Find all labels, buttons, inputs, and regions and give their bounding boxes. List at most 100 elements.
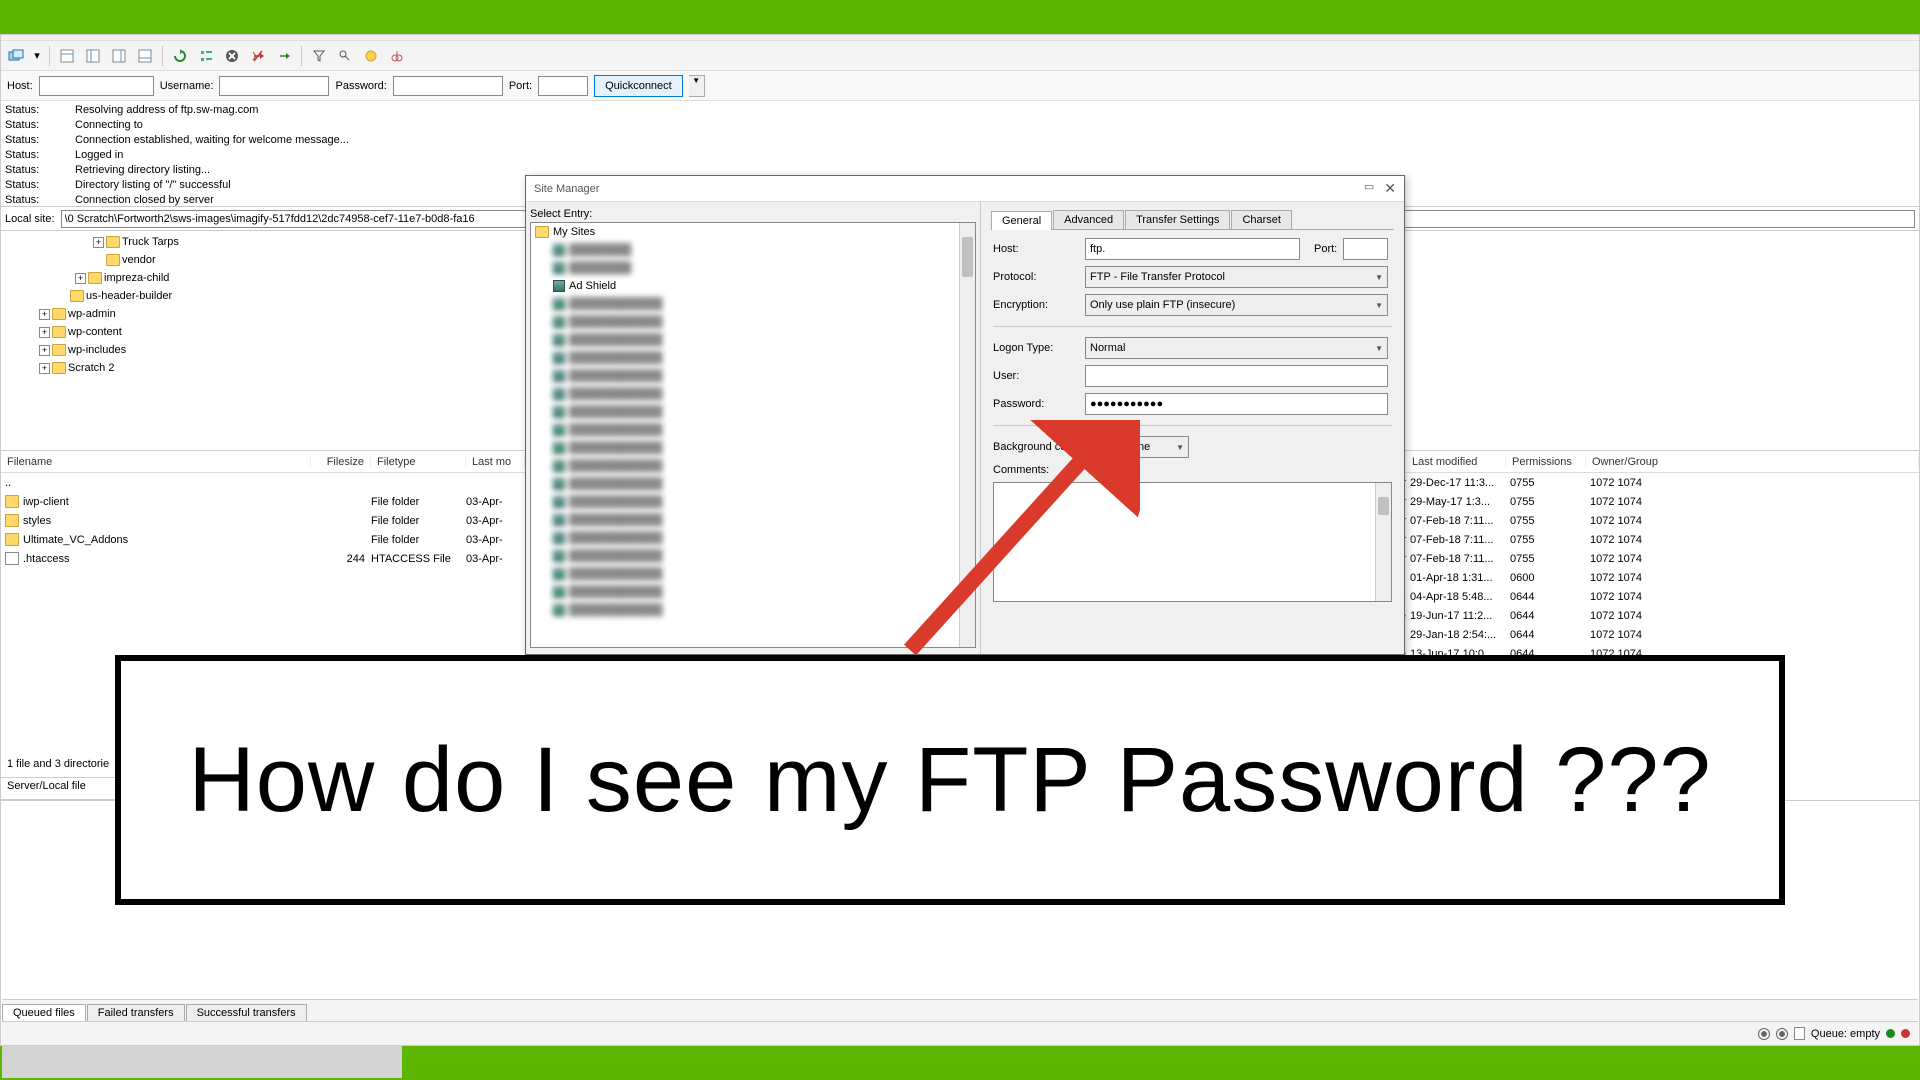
form-port-label: Port: bbox=[1314, 243, 1337, 255]
file-row[interactable]: .htaccess244HTACCESS File03-Apr- bbox=[1, 549, 525, 568]
password-input[interactable] bbox=[393, 76, 503, 96]
form-port-input[interactable] bbox=[1343, 238, 1388, 260]
port-input[interactable] bbox=[538, 76, 588, 96]
general-form: Host: Port: Protocol: FTP - File Transfe… bbox=[991, 230, 1394, 610]
compare-button[interactable] bbox=[334, 45, 356, 67]
activity-led-2 bbox=[1901, 1029, 1910, 1038]
form-encryption-label: Encryption: bbox=[993, 299, 1079, 311]
quickconnect-bar: Host: Username: Password: Port: Quickcon… bbox=[1, 71, 1919, 101]
sync-browse-button[interactable] bbox=[360, 45, 382, 67]
form-bgcolor-select[interactable]: None▼ bbox=[1119, 436, 1189, 458]
main-toolbar: ▾ bbox=[1, 41, 1919, 71]
dialog-restore-icon[interactable]: ▭ bbox=[1364, 180, 1374, 197]
quickconnect-dropdown[interactable]: ▼ bbox=[689, 75, 705, 97]
dialog-title-text: Site Manager bbox=[534, 183, 599, 195]
col-filetype[interactable]: Filetype bbox=[371, 456, 466, 468]
host-label: Host: bbox=[7, 80, 33, 92]
form-comments-textarea[interactable] bbox=[993, 482, 1392, 602]
reconnect-button[interactable] bbox=[273, 45, 295, 67]
site-manager-button[interactable] bbox=[5, 45, 27, 67]
form-protocol-label: Protocol: bbox=[993, 271, 1079, 283]
toggle-local-tree-button[interactable] bbox=[82, 45, 104, 67]
form-user-label: User: bbox=[993, 370, 1079, 382]
comments-scrollbar[interactable] bbox=[1375, 483, 1391, 601]
site-manager-dialog: Site Manager ▭ ✕ Select Entry: My Sites … bbox=[525, 175, 1405, 655]
col-remote-mod[interactable]: Last modified bbox=[1406, 456, 1506, 468]
activity-led-1 bbox=[1886, 1029, 1895, 1038]
cancel-button[interactable] bbox=[221, 45, 243, 67]
tree-node[interactable]: +Scratch 2 bbox=[3, 359, 523, 377]
form-bgcolor-label: Background color: bbox=[993, 441, 1113, 453]
refresh-button[interactable] bbox=[169, 45, 191, 67]
file-row[interactable]: iwp-clientFile folder03-Apr- bbox=[1, 492, 525, 511]
disconnect-button[interactable] bbox=[247, 45, 269, 67]
local-directory-tree[interactable]: +Truck Tarpsvendor+impreza-childus-heade… bbox=[1, 231, 526, 450]
form-password-label: Password: bbox=[993, 398, 1079, 410]
dialog-tabs: General Advanced Transfer Settings Chars… bbox=[991, 206, 1394, 230]
status-bar: Queue: empty bbox=[2, 1021, 1918, 1045]
tab-successful-transfers[interactable]: Successful transfers bbox=[186, 1004, 307, 1021]
form-host-input[interactable] bbox=[1085, 238, 1300, 260]
form-user-input[interactable] bbox=[1085, 365, 1388, 387]
site-icon bbox=[553, 280, 565, 292]
tree-node[interactable]: vendor bbox=[3, 251, 523, 269]
dialog-left-panel: Select Entry: My Sites ████████ ████████… bbox=[526, 202, 981, 654]
process-queue-button[interactable] bbox=[195, 45, 217, 67]
form-encryption-select[interactable]: Only use plain FTP (insecure)▼ bbox=[1085, 294, 1388, 316]
file-row[interactable]: stylesFile folder03-Apr- bbox=[1, 511, 525, 530]
find-button[interactable] bbox=[386, 45, 408, 67]
tree-node[interactable]: +wp-admin bbox=[3, 305, 523, 323]
site-entry-adshield[interactable]: Ad Shield bbox=[569, 280, 616, 292]
dialog-close-icon[interactable]: ✕ bbox=[1384, 180, 1396, 197]
site-entry-tree[interactable]: My Sites ████████ ████████ Ad Shield ███… bbox=[530, 222, 976, 648]
quickconnect-button[interactable]: Quickconnect bbox=[594, 75, 683, 97]
queue-tabs: Queued files Failed transfers Successful… bbox=[2, 999, 1918, 1021]
queue-icon bbox=[1794, 1027, 1805, 1040]
tree-node[interactable]: +impreza-child bbox=[3, 269, 523, 287]
form-logon-label: Logon Type: bbox=[993, 342, 1079, 354]
tree-node[interactable]: +Truck Tarps bbox=[3, 233, 523, 251]
col-filesize[interactable]: Filesize bbox=[311, 456, 371, 468]
dialog-titlebar[interactable]: Site Manager ▭ ✕ bbox=[526, 176, 1404, 202]
username-label: Username: bbox=[160, 80, 214, 92]
form-comments-label: Comments: bbox=[993, 464, 1113, 476]
local-file-header: Filename Filesize Filetype Last mo bbox=[1, 451, 525, 473]
tree-node[interactable]: +wp-content bbox=[3, 323, 523, 341]
tab-failed-transfers[interactable]: Failed transfers bbox=[87, 1004, 185, 1021]
entry-tree-scrollbar[interactable] bbox=[959, 223, 975, 647]
col-remote-owner[interactable]: Owner/Group bbox=[1586, 456, 1919, 468]
toggle-remote-tree-button[interactable] bbox=[108, 45, 130, 67]
col-remote-perm[interactable]: Permissions bbox=[1506, 456, 1586, 468]
col-filename[interactable]: Filename bbox=[1, 456, 311, 468]
caption-overlay: How do I see my FTP Password ??? bbox=[115, 655, 1785, 905]
window-top-border bbox=[0, 0, 1920, 34]
form-logon-select[interactable]: Normal▼ bbox=[1085, 337, 1388, 359]
filter-button[interactable] bbox=[308, 45, 330, 67]
tree-root-label[interactable]: My Sites bbox=[553, 226, 595, 238]
tab-advanced[interactable]: Advanced bbox=[1053, 210, 1124, 229]
taskbar-highlight bbox=[2, 1046, 402, 1078]
folder-icon bbox=[535, 226, 549, 238]
col-lastmod[interactable]: Last mo bbox=[466, 456, 525, 468]
username-input[interactable] bbox=[219, 76, 329, 96]
form-protocol-select[interactable]: FTP - File Transfer Protocol▼ bbox=[1085, 266, 1388, 288]
file-row[interactable]: Ultimate_VC_AddonsFile folder03-Apr- bbox=[1, 530, 525, 549]
file-row[interactable]: .. bbox=[1, 473, 525, 492]
tab-queued-files[interactable]: Queued files bbox=[2, 1004, 86, 1021]
site-manager-dropdown[interactable]: ▾ bbox=[31, 45, 43, 67]
tab-general[interactable]: General bbox=[991, 211, 1052, 230]
toggle-log-button[interactable] bbox=[56, 45, 78, 67]
settings-icon[interactable] bbox=[1758, 1028, 1770, 1040]
tree-node[interactable]: +wp-includes bbox=[3, 341, 523, 359]
toggle-queue-button[interactable] bbox=[134, 45, 156, 67]
form-password-input[interactable] bbox=[1085, 393, 1388, 415]
select-entry-label: Select Entry: bbox=[530, 208, 976, 220]
form-host-label: Host: bbox=[993, 243, 1079, 255]
dialog-right-panel: General Advanced Transfer Settings Chars… bbox=[981, 202, 1404, 654]
tab-transfer-settings[interactable]: Transfer Settings bbox=[1125, 210, 1230, 229]
tab-charset[interactable]: Charset bbox=[1231, 210, 1292, 229]
host-input[interactable] bbox=[39, 76, 154, 96]
queue-settings-icon[interactable] bbox=[1776, 1028, 1788, 1040]
local-site-label: Local site: bbox=[5, 213, 55, 225]
tree-node[interactable]: us-header-builder bbox=[3, 287, 523, 305]
